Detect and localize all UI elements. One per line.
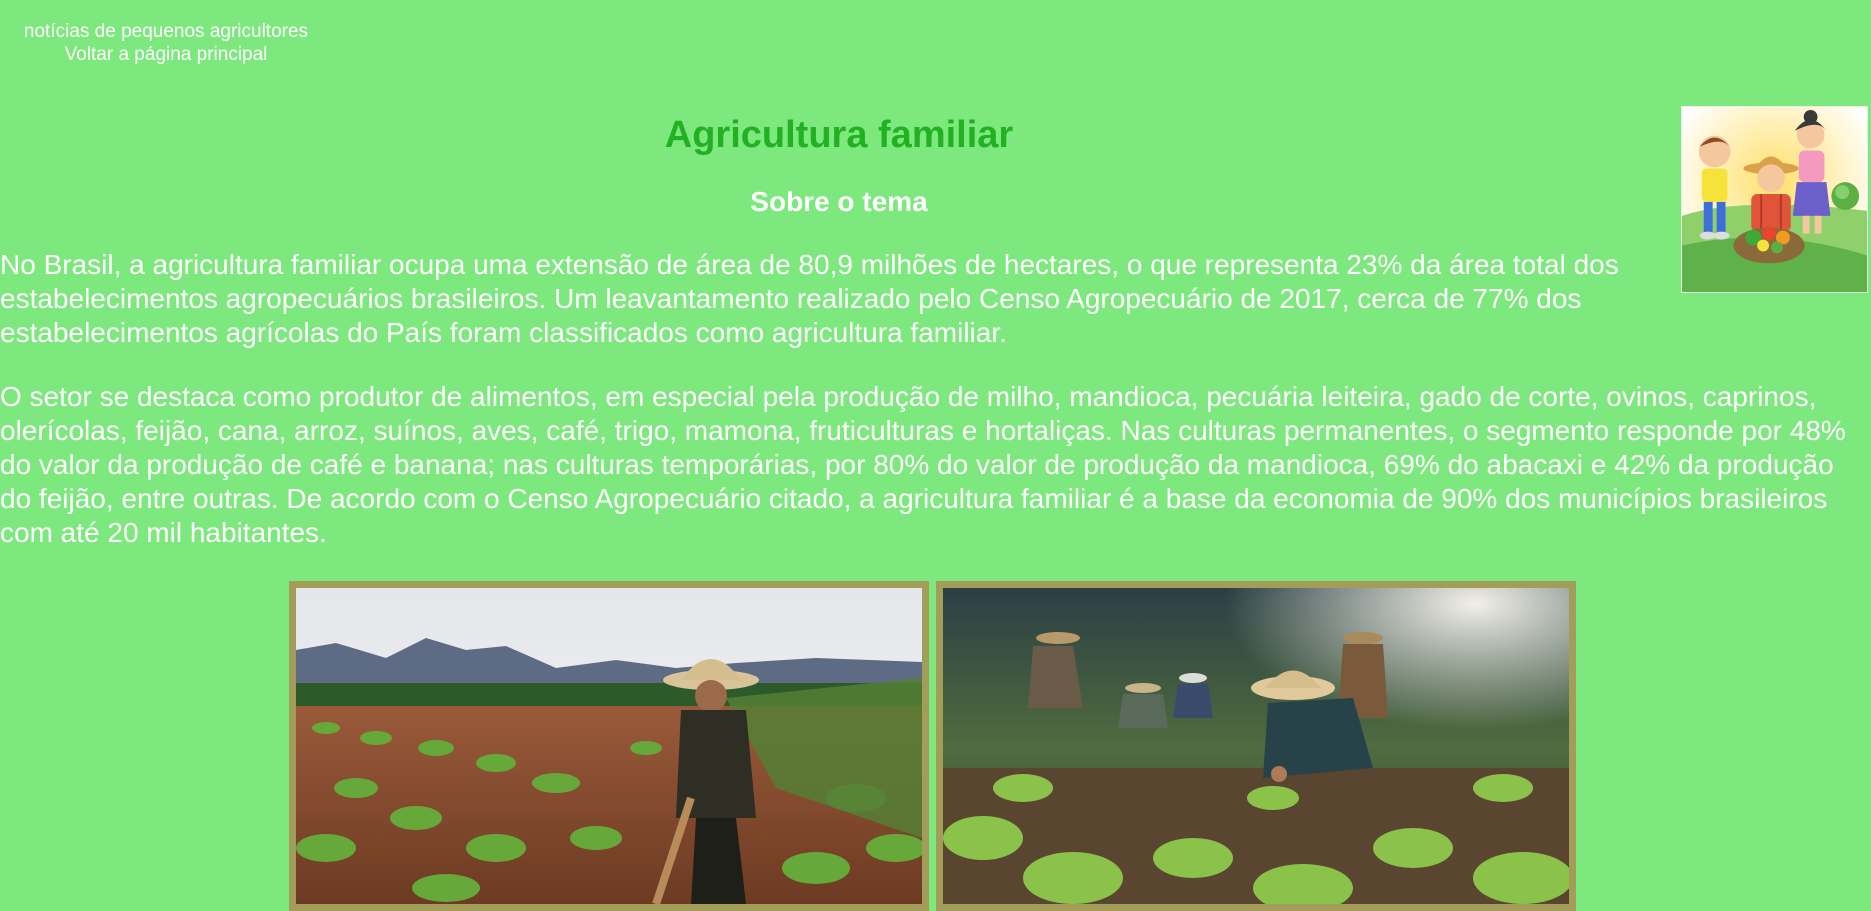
page-title: Agricultura familiar xyxy=(664,114,1014,156)
section-heading: Sobre o tema xyxy=(750,186,928,217)
farmer-field-photo-left xyxy=(289,581,929,911)
top-navigation: notícias de pequenos agricultores Voltar… xyxy=(0,20,332,66)
site-title-link[interactable]: notícias de pequenos agricultores xyxy=(0,20,332,43)
farmers-seedlings-photo-right xyxy=(936,581,1576,911)
paragraph-production: O setor se destaca como produtor de alim… xyxy=(0,381,1846,548)
paragraph-intro: No Brasil, a agricultura familiar ocupa … xyxy=(0,249,1619,348)
home-link[interactable]: Voltar a página principal xyxy=(0,43,332,66)
family-cartoon-image xyxy=(1681,106,1868,293)
